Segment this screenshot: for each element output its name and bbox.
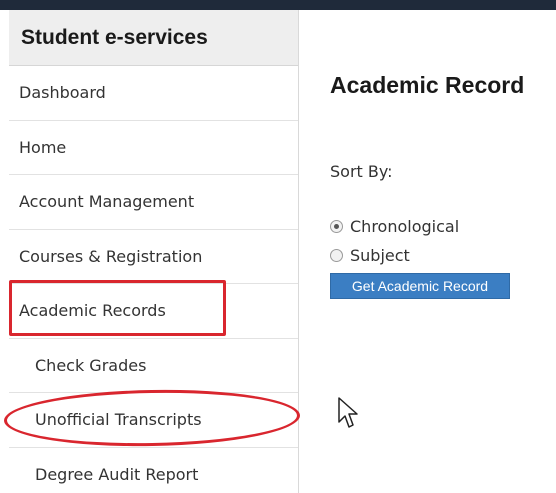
annotation-rectangle [9,280,226,336]
sidebar-item-degree-audit-report[interactable]: Degree Audit Report [9,448,298,493]
page-title: Academic Record [330,72,525,98]
sidebar-item-dashboard[interactable]: Dashboard [9,66,298,121]
sidebar-item-home[interactable]: Home [9,121,298,175]
sidebar-title: Student e-services [9,10,298,66]
get-academic-record-button[interactable]: Get Academic Record [330,273,510,299]
sidebar-item-courses-registration[interactable]: Courses & Registration [9,230,298,284]
sort-option-chronological[interactable]: Chronological [330,217,459,236]
sidebar-item-check-grades[interactable]: Check Grades [9,339,298,393]
radio-button-icon[interactable] [330,220,343,233]
radio-button-icon[interactable] [330,249,343,262]
mouse-pointer-icon [338,397,358,428]
sidebar-item-account-management[interactable]: Account Management [9,175,298,230]
top-bar [0,0,556,10]
screenshot-frame: Student e-services Dashboard Home Accoun… [0,0,556,493]
sort-by-label: Sort By: [330,162,393,181]
sort-option-label: Chronological [350,217,460,236]
sort-option-label: Subject [350,246,410,265]
sort-option-subject[interactable]: Subject [330,246,410,265]
